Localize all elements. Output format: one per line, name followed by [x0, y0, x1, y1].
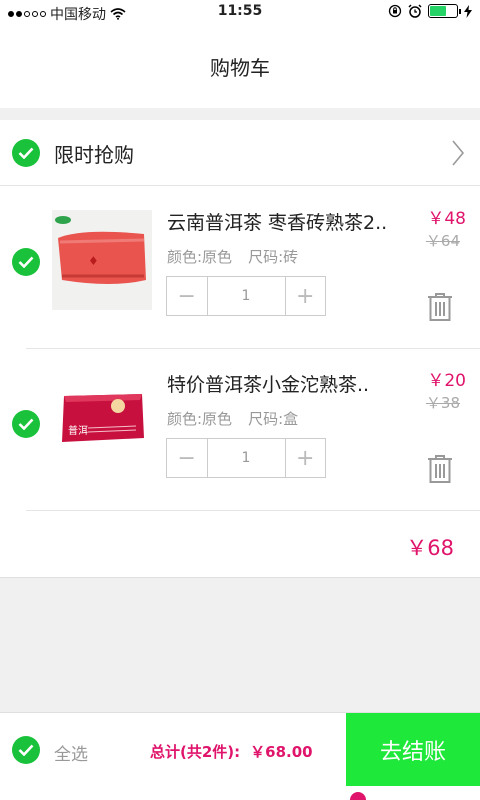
total-summary: 总计(共2件): ￥68.00 — [150, 741, 313, 762]
product-spec: 颜色:原色 尺码:砖 — [167, 246, 298, 267]
chevron-right-icon[interactable] — [452, 140, 464, 166]
product-old-price: ￥38 — [425, 394, 460, 412]
checkout-bar: 全选 总计(共2件): ￥68.00 去结账 — [0, 712, 480, 787]
quantity-value[interactable]: 1 — [206, 277, 286, 315]
product-price: ￥20 — [427, 371, 466, 391]
total-amount: ￥68.00 — [250, 743, 313, 761]
trash-icon[interactable] — [426, 454, 454, 484]
page-title: 购物车 — [210, 55, 270, 80]
product-size: 尺码:盒 — [248, 410, 299, 428]
total-label: 总计(共2件): — [150, 743, 241, 761]
product-size: 尺码:砖 — [248, 248, 299, 266]
product-image[interactable]: 普洱 — [52, 370, 152, 470]
alarm-icon — [408, 4, 422, 18]
product-old-price: ￥64 — [425, 232, 460, 250]
quantity-value[interactable]: 1 — [206, 439, 286, 477]
product-color: 颜色:原色 — [167, 410, 233, 428]
group-title: 限时抢购 — [54, 143, 134, 167]
increase-button[interactable]: + — [286, 277, 326, 315]
svg-text:普洱: 普洱 — [68, 424, 88, 437]
rotation-lock-icon — [388, 4, 402, 18]
product-title[interactable]: 特价普洱茶小金沱熟茶.. — [167, 370, 412, 397]
checkout-button[interactable]: 去结账 — [346, 713, 480, 787]
item-check-icon[interactable] — [12, 248, 40, 276]
svg-text:♦: ♦ — [88, 254, 99, 268]
group-subtotal: ￥68 — [406, 536, 454, 560]
trash-icon[interactable] — [426, 292, 454, 322]
product-title[interactable]: 云南普洱茶 枣香砖熟茶2.. — [167, 208, 412, 235]
cart-item: 普洱 特价普洱茶小金沱熟茶.. 颜色:原色 尺码:盒 − 1 + ￥20 ￥38 — [0, 348, 480, 510]
status-bar: 中国移动 11:55 — [0, 0, 480, 24]
product-price: ￥48 — [427, 209, 466, 229]
status-right — [388, 4, 472, 18]
group-check-icon[interactable] — [12, 139, 40, 167]
charging-icon — [464, 4, 472, 18]
item-divider — [26, 510, 480, 511]
product-image[interactable]: ♦ — [52, 210, 152, 310]
group-header[interactable]: 限时抢购 — [0, 120, 480, 186]
product-color: 颜色:原色 — [167, 248, 233, 266]
decrease-button[interactable]: − — [167, 277, 207, 315]
product-spec: 颜色:原色 尺码:盒 — [167, 408, 298, 429]
increase-button[interactable]: + — [286, 439, 326, 477]
page-header: 购物车 — [0, 24, 480, 108]
decrease-button[interactable]: − — [167, 439, 207, 477]
item-check-icon[interactable] — [12, 410, 40, 438]
select-all-check-icon[interactable] — [12, 736, 40, 764]
cart-group: 限时抢购 ♦ 云南普洱茶 枣香砖熟茶2.. 颜色:原色 尺码:砖 − 1 + ￥… — [0, 120, 480, 578]
quantity-stepper: − 1 + — [166, 438, 326, 478]
bottom-strip — [0, 786, 480, 800]
quantity-stepper: − 1 + — [166, 276, 326, 316]
select-all-label[interactable]: 全选 — [54, 740, 88, 765]
cart-item: ♦ 云南普洱茶 枣香砖熟茶2.. 颜色:原色 尺码:砖 − 1 + ￥48 ￥6… — [0, 186, 480, 348]
battery-icon — [428, 4, 461, 18]
